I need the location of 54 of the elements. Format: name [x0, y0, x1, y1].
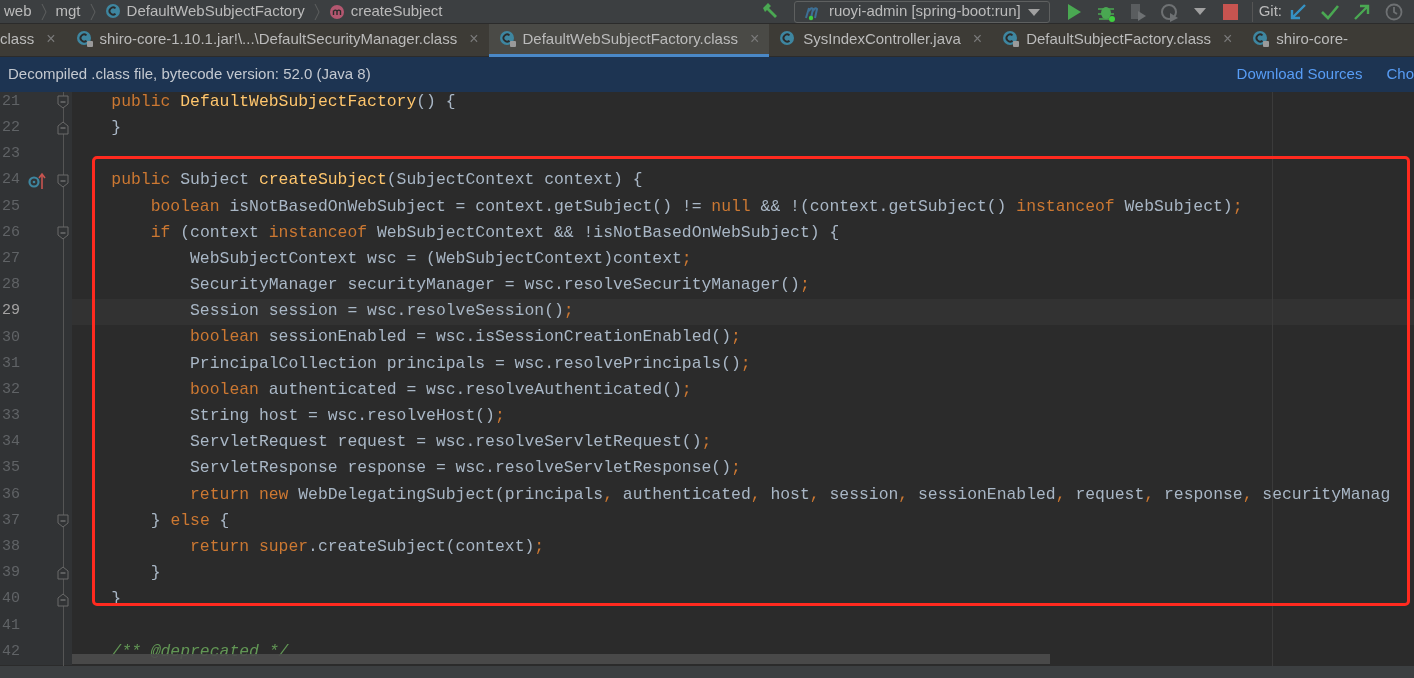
chevron-icon — [39, 2, 48, 21]
fold-icon[interactable] — [57, 514, 69, 529]
code-line: PrincipalCollection principals = wsc.resolvePrincipals(); — [189, 352, 751, 375]
fold-icon[interactable] — [57, 226, 69, 241]
locked-class-icon — [75, 30, 94, 48]
fold-icon[interactable] — [57, 173, 69, 188]
editor-tab[interactable]: DefaultWebSubjectFactory.class × — [488, 24, 770, 57]
code-line: boolean authenticated = wsc.resolveAuthenticated(); — [189, 378, 692, 401]
banner-link[interactable]: Cho — [1386, 63, 1414, 86]
code-line: ServletRequest request = wsc.resolveServletRequest(); — [189, 431, 712, 454]
locked-class-icon — [498, 30, 517, 48]
breadcrumb-item[interactable]: createSubject — [350, 0, 443, 23]
code-line: boolean isNotBasedOnWebSubject = context.getSubject() != null && !(context.getSubject() instanceof WebSubject); — [149, 195, 1243, 218]
caret-icon — [1026, 6, 1041, 17]
fold-end-icon[interactable] — [57, 592, 69, 607]
code-line: String host = wsc.resolveHost(); — [189, 405, 505, 428]
line-number: 29 — [1, 301, 21, 322]
chevron-icon — [312, 2, 321, 21]
locked-class-icon — [1252, 30, 1271, 48]
fold-end-icon[interactable] — [57, 121, 69, 136]
clock-icon[interactable] — [1384, 1, 1404, 22]
editor-tab[interactable]: SysIndexController.java × — [769, 24, 993, 57]
fold-icon[interactable] — [57, 95, 69, 110]
fold-end-icon[interactable] — [57, 566, 69, 581]
code-line: } — [110, 116, 122, 139]
code-line: public Subject createSubject(SubjectContext context) { — [110, 169, 643, 192]
banner-link[interactable]: Download Sources — [1236, 63, 1363, 86]
editor-tab[interactable]: class × — [0, 24, 66, 57]
code-line: public DefaultWebSubjectFactory() { — [110, 92, 456, 113]
breadcrumb-item[interactable]: mgt — [55, 0, 81, 23]
code-line: ServletResponse response = wsc.resolveServletResponse(); — [189, 457, 741, 480]
locked-class-icon — [1002, 30, 1021, 48]
code-line: Session session = wsc.resolveSession(); — [189, 300, 574, 323]
code-line: return new WebDelegatingSubject(principals, authenticated, host, session, sessionEnabled, request, response, securityManag — [189, 483, 1391, 506]
code-line: } — [149, 562, 161, 585]
editor-tab[interactable]: shiro-core- — [1242, 24, 1359, 57]
git-label: Git: — [1258, 1, 1282, 22]
code-line: SecurityManager securityManager = wsc.resolveSecurityManager(); — [189, 274, 810, 297]
code-line: return super.createSubject(context); — [189, 535, 545, 558]
down-arrow-icon[interactable] — [1288, 1, 1308, 22]
code-line: WebSubjectContext wsc = (WebSubjectContext)context; — [189, 247, 692, 270]
banner-text: Decompiled .class file, bytecode version: 52.0 (Java 8) — [8, 64, 371, 85]
editor-tab[interactable]: DefaultSubjectFactory.class × — [992, 24, 1243, 57]
run-configuration-dropdown[interactable]: ruoyi-admin [spring-boot:run] — [793, 0, 1050, 23]
code-line: /** @deprecated */ — [110, 640, 289, 663]
code-line: } else { — [149, 509, 230, 532]
code-line: if (context instanceof WebSubjectContext && !isNotBasedOnWebSubject) { — [149, 221, 840, 244]
editor-tab[interactable]: shiro-core-1.10.1.jar!\...\DefaultSecurityManager.class × — [65, 24, 489, 57]
override-icon[interactable] — [28, 171, 46, 190]
profiler-icon[interactable] — [1159, 1, 1180, 22]
breadcrumb-item[interactable]: DefaultWebSubjectFactory — [126, 0, 305, 23]
breadcrumb-item[interactable]: web — [4, 0, 32, 23]
chevron-icon — [88, 2, 97, 21]
code-line: boolean sessionEnabled = wsc.isSessionCreationEnabled(); — [189, 326, 741, 349]
